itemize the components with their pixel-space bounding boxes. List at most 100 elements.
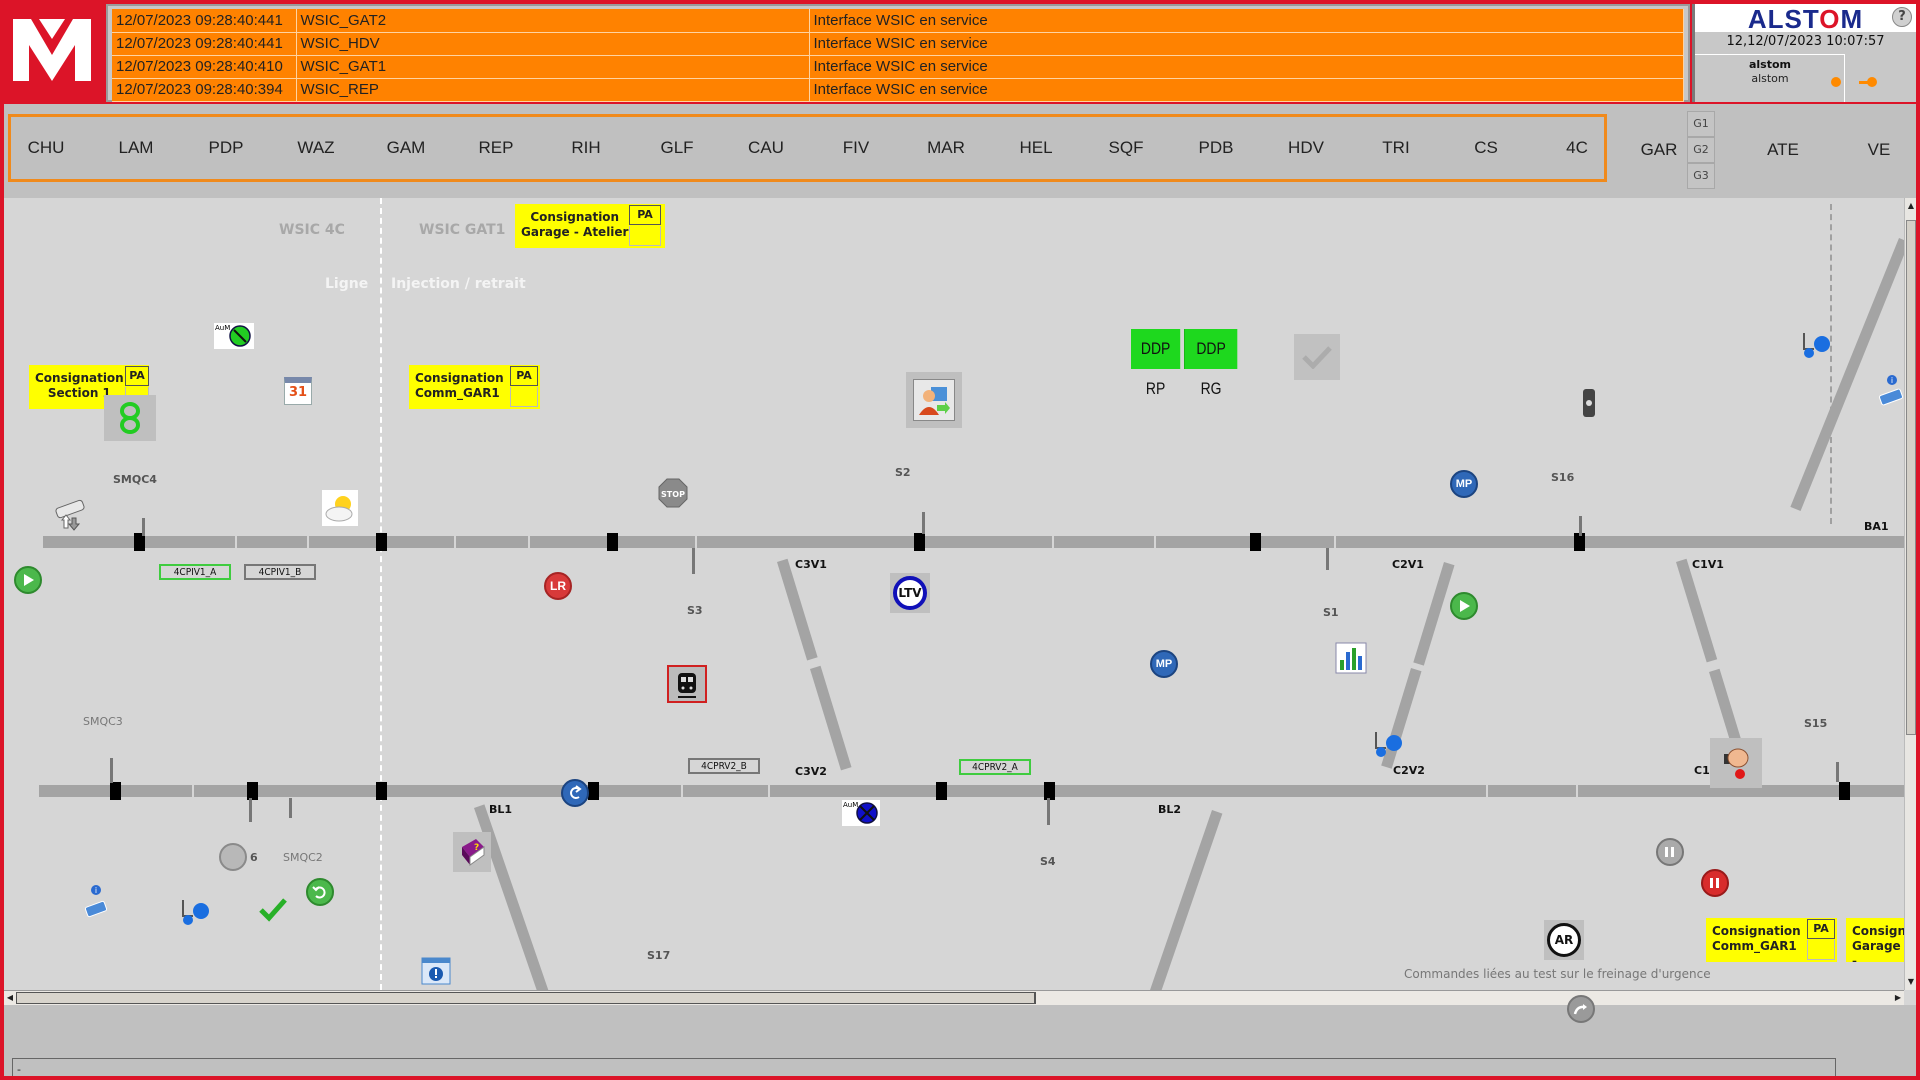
train-info-icon-2[interactable]: i	[82, 884, 112, 920]
play-button-s1[interactable]	[1450, 592, 1478, 620]
station-rep[interactable]: REP	[461, 117, 531, 179]
consignation-garage-atelier[interactable]: Consignation Garage - Atelier PA	[515, 204, 665, 248]
acknowledge-check-icon[interactable]	[1294, 334, 1340, 380]
track-segment[interactable]	[456, 536, 528, 548]
station-chu[interactable]: CHU	[11, 117, 81, 179]
scroll-up-arrow-icon[interactable]: ▲	[1905, 200, 1917, 212]
track-segment[interactable]	[1054, 536, 1154, 548]
vertical-scroll-thumb[interactable]	[1906, 220, 1916, 735]
station-4c[interactable]: 4C	[1542, 117, 1612, 179]
station-glf[interactable]: GLF	[642, 117, 712, 179]
inactive-indicator-icon[interactable]	[219, 843, 247, 871]
traffic-light-icon[interactable]	[1580, 386, 1598, 420]
track-segment[interactable]	[1156, 536, 1334, 548]
track-segment[interactable]	[1488, 785, 1576, 797]
aum-blue-icon[interactable]: AuM	[842, 800, 880, 826]
scroll-left-arrow-icon[interactable]: ◀	[4, 991, 16, 1005]
consignation-garage-partial[interactable]: Consign Garage -	[1846, 918, 1908, 962]
pause-button-gray[interactable]	[1656, 838, 1684, 866]
station-pdb[interactable]: PDB	[1181, 117, 1251, 179]
track-segment[interactable]	[683, 785, 768, 797]
track-segment[interactable]	[381, 785, 681, 797]
station-ve[interactable]: VE	[1844, 114, 1914, 182]
status-line[interactable]: -	[12, 1058, 1836, 1080]
station-lam[interactable]: LAM	[101, 117, 171, 179]
undo-button[interactable]	[306, 878, 334, 906]
scroll-right-arrow-icon[interactable]: ▶	[1892, 991, 1904, 1005]
garage-button-g1[interactable]: G1	[1687, 111, 1715, 137]
pa-button[interactable]: PA	[510, 366, 538, 386]
station-mar[interactable]: MAR	[911, 117, 981, 179]
alarm-row[interactable]: 12/07/2023 09:28:40:441 WSIC_GAT2 Interf…	[112, 9, 1684, 33]
track-segment[interactable]	[697, 536, 1052, 548]
consignation-comm-gar1[interactable]: Consignation Comm_GAR1 PA	[409, 365, 540, 409]
aum-green-icon[interactable]: AuM	[214, 323, 254, 349]
statistics-chart-icon[interactable]	[1334, 642, 1368, 674]
switch-operator-icon-3[interactable]	[179, 898, 213, 926]
branch-bl2[interactable]	[1146, 810, 1223, 990]
garage-button-g3[interactable]: G3	[1687, 163, 1715, 189]
station-hel[interactable]: HEL	[1001, 117, 1071, 179]
alarm-row[interactable]: 12/07/2023 09:28:40:394 WSIC_REP Interfa…	[112, 78, 1684, 102]
help-button[interactable]: ?	[1892, 7, 1912, 27]
pa-button[interactable]: PA	[1807, 919, 1835, 939]
ddp-rg-button[interactable]: DDP RG	[1184, 329, 1238, 398]
crossover-c2v1[interactable]	[1413, 562, 1455, 666]
crossover-c3v1[interactable]	[777, 558, 818, 661]
alert-window-icon[interactable]	[420, 956, 452, 986]
cv-4cprv2-b[interactable]: 4CPRV2_B	[688, 758, 760, 774]
play-button[interactable]	[14, 566, 42, 594]
station-hdv[interactable]: HDV	[1271, 117, 1341, 179]
horizontal-scroll-thumb[interactable]	[16, 992, 1036, 1004]
station-tri[interactable]: TRI	[1361, 117, 1431, 179]
station-gar[interactable]: GAR	[1624, 114, 1694, 182]
switch-operator-icon-2[interactable]	[1372, 730, 1406, 758]
station-ate[interactable]: ATE	[1748, 114, 1818, 182]
alarm-row[interactable]: 12/07/2023 09:28:40:441 WSIC_HDV Interfa…	[112, 32, 1684, 56]
station-pdp[interactable]: PDP	[191, 117, 261, 179]
consignation-comm-gar1-bottom[interactable]: Consignation Comm_GAR1 PA	[1706, 918, 1837, 962]
cv-4cpiv1-b[interactable]: 4CPIV1_B	[244, 564, 316, 580]
cv-4cprv2-a[interactable]: 4CPRV2_A	[959, 759, 1031, 775]
pa-button[interactable]: PA	[629, 205, 661, 225]
garage-button-g2[interactable]: G2	[1687, 137, 1715, 163]
operator-transfer-icon[interactable]	[906, 372, 962, 428]
pause-button-red[interactable]	[1701, 869, 1729, 897]
track-segment[interactable]	[237, 536, 307, 548]
track-segment[interactable]	[194, 785, 379, 797]
station-sqf[interactable]: SQF	[1091, 117, 1161, 179]
pa-button[interactable]: PA	[125, 366, 149, 386]
validate-check-icon[interactable]	[257, 894, 289, 924]
station-rih[interactable]: RIH	[551, 117, 621, 179]
train-transfer-icon[interactable]	[54, 498, 88, 532]
alarm-list[interactable]: 12/07/2023 09:28:40:441 WSIC_GAT2 Interf…	[106, 4, 1690, 102]
ddp-rp-button[interactable]: DDP RP	[1131, 329, 1181, 398]
scroll-down-arrow-icon[interactable]: ▼	[1905, 976, 1917, 988]
horizontal-scrollbar[interactable]: ◀ ▶	[4, 990, 1904, 1005]
train-icon[interactable]	[667, 665, 707, 703]
switch-operator-icon[interactable]	[1800, 331, 1834, 359]
track-map[interactable]: WSIC 4C WSIC GAT1 Ligne Injection / retr…	[4, 198, 1910, 990]
crossover-c1v1[interactable]	[1676, 558, 1718, 663]
station-gam[interactable]: GAM	[371, 117, 441, 179]
vertical-scrollbar[interactable]: ▲ ▼	[1904, 198, 1916, 990]
station-waz[interactable]: WAZ	[281, 117, 351, 179]
stop-icon[interactable]: STOP	[658, 478, 688, 508]
redo-button[interactable]	[1567, 995, 1595, 1023]
mp-button[interactable]: MP	[1150, 650, 1178, 678]
train-info-icon[interactable]: i	[1874, 374, 1904, 410]
ar-button[interactable]: AR	[1544, 920, 1584, 960]
regulation-toggle-icon[interactable]	[104, 395, 156, 441]
emergency-hand-icon[interactable]	[1710, 738, 1762, 788]
help-book-icon[interactable]: ?	[453, 832, 491, 872]
lr-button[interactable]: LR	[544, 572, 572, 600]
station-cau[interactable]: CAU	[731, 117, 801, 179]
alarm-row[interactable]: 12/07/2023 09:28:40:410 WSIC_GAT1 Interf…	[112, 55, 1684, 79]
station-cs[interactable]: CS	[1451, 117, 1521, 179]
cv-4cpiv1-a[interactable]: 4CPIV1_A	[159, 564, 231, 580]
mp-button-top[interactable]: MP	[1450, 470, 1478, 498]
turnback-button[interactable]	[561, 779, 589, 807]
weather-icon[interactable]	[322, 490, 358, 526]
track-segment[interactable]	[1336, 536, 1906, 548]
calendar-icon[interactable]: 31	[283, 376, 313, 406]
